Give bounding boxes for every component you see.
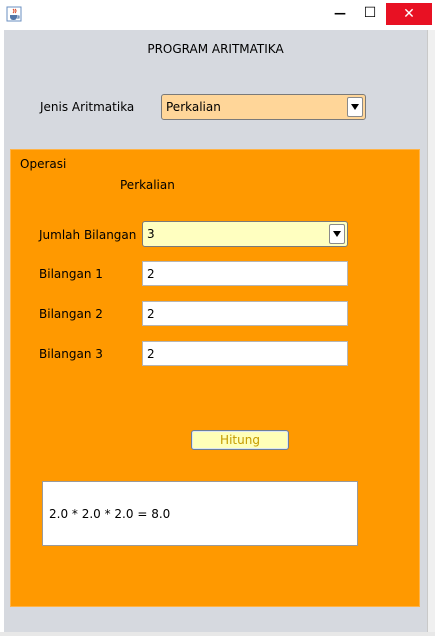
bilangan-1-label: Bilangan 1	[39, 267, 103, 281]
chevron-down-icon[interactable]	[347, 97, 363, 117]
jumlah-bilangan-value: 3	[147, 227, 155, 241]
jenis-aritmatika-combo[interactable]: Perkalian	[161, 94, 366, 120]
bilangan-3-label: Bilangan 3	[39, 347, 103, 361]
bilangan-2-label: Bilangan 2	[39, 307, 103, 321]
page-title: PROGRAM ARITMATIKA	[147, 42, 284, 56]
maximize-button[interactable]: ☐	[356, 0, 384, 26]
hitung-button[interactable]: Hitung	[191, 430, 289, 450]
chevron-down-icon[interactable]	[329, 224, 345, 244]
operation-name: Perkalian	[120, 178, 175, 192]
maximize-icon: ☐	[363, 5, 377, 21]
java-cup-icon	[6, 6, 22, 22]
bilangan-2-input[interactable]: 2	[142, 301, 348, 326]
result-text: 2.0 * 2.0 * 2.0 = 8.0	[49, 507, 171, 521]
operasi-panel: Operasi Perkalian Jumlah Bilangan 3 Bila…	[10, 149, 420, 607]
bilangan-1-value: 2	[147, 266, 155, 281]
panel-title: Operasi	[20, 157, 67, 171]
jumlah-bilangan-combo[interactable]: 3	[142, 221, 348, 247]
minimize-button[interactable]: —	[326, 0, 354, 26]
jenis-aritmatika-value: Perkalian	[166, 100, 221, 114]
bilangan-3-input[interactable]: 2	[142, 341, 348, 366]
minimize-icon: —	[334, 6, 346, 20]
jenis-aritmatika-label: Jenis Aritmatika	[40, 100, 135, 114]
main-content: PROGRAM ARITMATIKA Jenis Aritmatika Perk…	[4, 30, 427, 632]
bilangan-2-value: 2	[147, 306, 155, 321]
hitung-button-label: Hitung	[220, 433, 260, 447]
close-icon: ✕	[403, 6, 415, 22]
bilangan-1-input[interactable]: 2	[142, 261, 348, 286]
result-output: 2.0 * 2.0 * 2.0 = 8.0	[42, 481, 358, 546]
jumlah-bilangan-label: Jumlah Bilangan	[39, 228, 137, 242]
close-button[interactable]: ✕	[386, 3, 432, 25]
window-right-edge	[427, 30, 435, 636]
window-bottom-edge	[0, 632, 435, 636]
bilangan-3-value: 2	[147, 346, 155, 361]
window-titlebar: — ☐ ✕	[0, 0, 435, 30]
